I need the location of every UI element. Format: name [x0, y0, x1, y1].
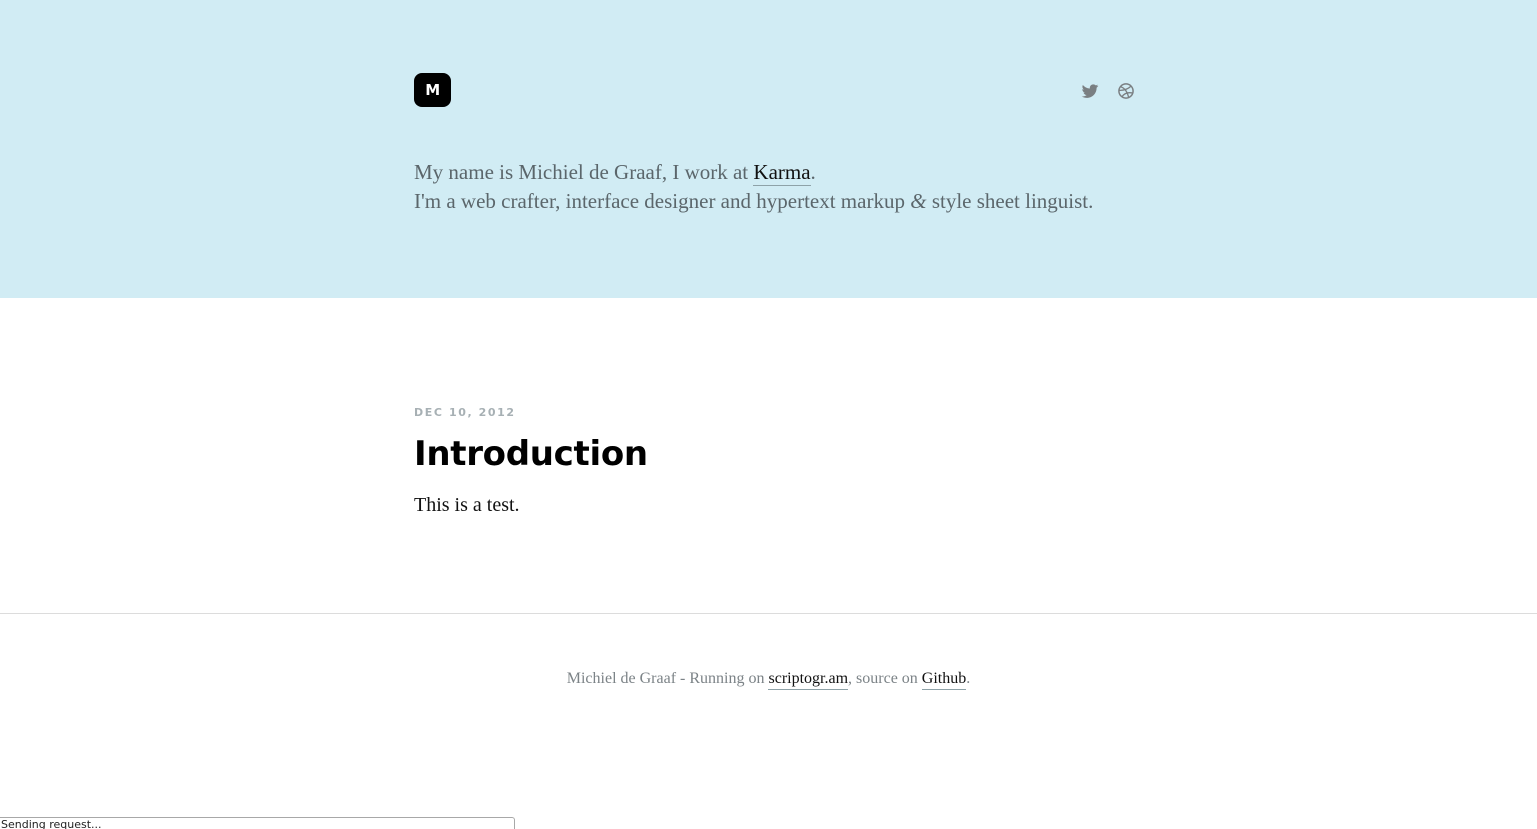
post-date: DEC 10, 2012	[414, 406, 516, 419]
dribbble-link[interactable]	[1116, 81, 1136, 101]
footer-prefix: Michiel de Graaf - Running on	[566, 670, 769, 687]
intro-line2-suffix: style sheet linguist.	[926, 189, 1094, 213]
intro-line2-prefix: I'm a web crafter, interface designer an…	[414, 189, 911, 213]
ampersand: &	[910, 189, 927, 213]
footer-middle: , source on	[848, 670, 922, 687]
browser-status-bar: Sending request...	[0, 817, 515, 829]
post-title: Introduction	[414, 430, 648, 478]
intro-text: My name is Michiel de Graaf, I work at K…	[414, 158, 1134, 216]
twitter-icon	[1081, 84, 1099, 98]
twitter-link[interactable]	[1080, 81, 1100, 101]
logo-letter: M	[425, 80, 440, 99]
post-body: This is a test.	[414, 494, 520, 516]
dribbble-icon	[1118, 83, 1134, 99]
footer-divider	[0, 613, 1537, 614]
intro-line1-suffix: .	[810, 160, 816, 184]
intro-line1-prefix: My name is Michiel de Graaf, I work at	[414, 160, 754, 184]
karma-link[interactable]: Karma	[753, 160, 811, 186]
github-link[interactable]: Github	[921, 670, 967, 690]
site-header: M My name is Michiel de Graaf, I work at…	[0, 0, 1537, 298]
site-logo[interactable]: M	[414, 73, 451, 107]
post-title-link[interactable]: Introduction	[414, 434, 648, 474]
site-footer: Michiel de Graaf - Running on scriptogr.…	[0, 667, 1537, 691]
scriptogram-link[interactable]: scriptogr.am	[768, 670, 849, 690]
footer-suffix: .	[966, 670, 971, 687]
